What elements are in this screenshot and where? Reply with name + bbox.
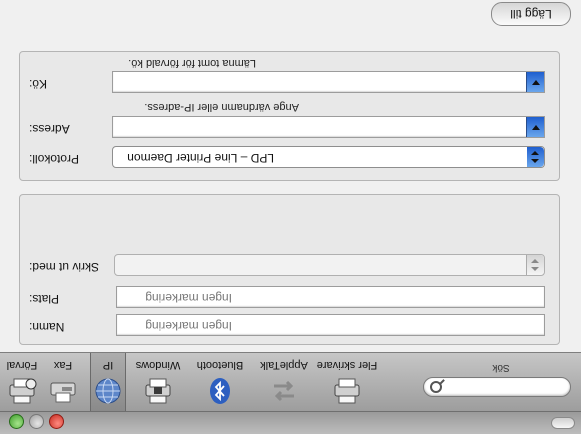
chevron-updown-icon	[526, 255, 544, 275]
chevron-down-icon[interactable]	[526, 117, 544, 137]
toolbar-item-label: Fler skrivare	[316, 359, 378, 371]
location-field[interactable]: Ingen markering	[116, 286, 545, 308]
queue-hint: Lämna tomt för förvald kö.	[128, 57, 256, 69]
appletalk-icon	[274, 380, 294, 402]
toolbar-item-label: IP	[102, 359, 114, 371]
fax-icon	[50, 382, 76, 403]
close-window-icon[interactable]	[49, 414, 64, 429]
toolbar-item-bluetooth[interactable]: Bluetooth	[189, 353, 251, 411]
name-input: Ingen markering	[145, 319, 232, 333]
queue-combo-field[interactable]	[112, 71, 545, 93]
toolbar-item-label: Förval	[6, 359, 38, 371]
location-input: Ingen markering	[145, 291, 232, 305]
protocol-value: LPD – Line Printer Daemon	[127, 151, 274, 165]
chevron-updown-icon	[527, 147, 544, 167]
protocol-label: Protokoll:	[29, 152, 80, 166]
address-hint: Ange värdnamn eller IP-adress.	[144, 101, 299, 113]
title-bar	[0, 411, 581, 434]
search-label: Sök	[492, 362, 510, 373]
printer-icon	[334, 378, 360, 404]
minimize-window-icon[interactable]	[29, 414, 44, 429]
connection-panel: Protokoll: LPD – Line Printer Daemon Adr…	[19, 51, 560, 181]
toolbar-toggle-button[interactable]	[551, 417, 575, 429]
toolbar-item-ip[interactable]: IP	[90, 353, 126, 411]
printer-icon	[9, 378, 37, 404]
search-icon	[430, 381, 442, 393]
add-printer-window: Sök Fler skrivare AppleTalk Bluetooth Wi…	[0, 0, 581, 434]
toolbar: Sök Fler skrivare AppleTalk Bluetooth Wi…	[0, 352, 581, 411]
bluetooth-icon	[210, 378, 230, 404]
toolbar-item-more-printers[interactable]: Fler skrivare	[311, 353, 383, 411]
address-label: Adress:	[29, 122, 70, 136]
toolbar-item-windows[interactable]: Windows	[127, 353, 189, 411]
search-field[interactable]	[423, 377, 571, 397]
zoom-window-icon[interactable]	[9, 414, 24, 429]
queue-label: Kö:	[29, 77, 48, 91]
protocol-popup[interactable]: LPD – Line Printer Daemon	[112, 146, 545, 168]
toolbar-item-label: Bluetooth	[196, 359, 244, 371]
chevron-down-icon[interactable]	[526, 72, 544, 92]
windows-printer-icon	[145, 378, 171, 404]
toolbar-item-appletalk[interactable]: AppleTalk	[251, 353, 317, 411]
toolbar-item-label: Fax	[53, 359, 73, 371]
print-using-popup[interactable]	[114, 254, 545, 276]
location-label: Plats:	[29, 292, 60, 306]
name-label: Namn:	[29, 320, 65, 334]
toolbar-item-label: Windows	[135, 359, 181, 371]
toolbar-item-label: AppleTalk	[260, 359, 308, 371]
add-button[interactable]: Lägg till	[491, 2, 571, 26]
toolbar-item-fax[interactable]: Fax	[41, 353, 85, 411]
toolbar-item-default[interactable]: Förval	[1, 353, 43, 411]
globe-icon	[95, 378, 121, 404]
address-combo-field[interactable]	[112, 116, 545, 138]
printer-details-panel: Namn: Ingen markering Plats: Ingen marke…	[19, 194, 560, 345]
name-field[interactable]: Ingen markering	[116, 314, 545, 336]
